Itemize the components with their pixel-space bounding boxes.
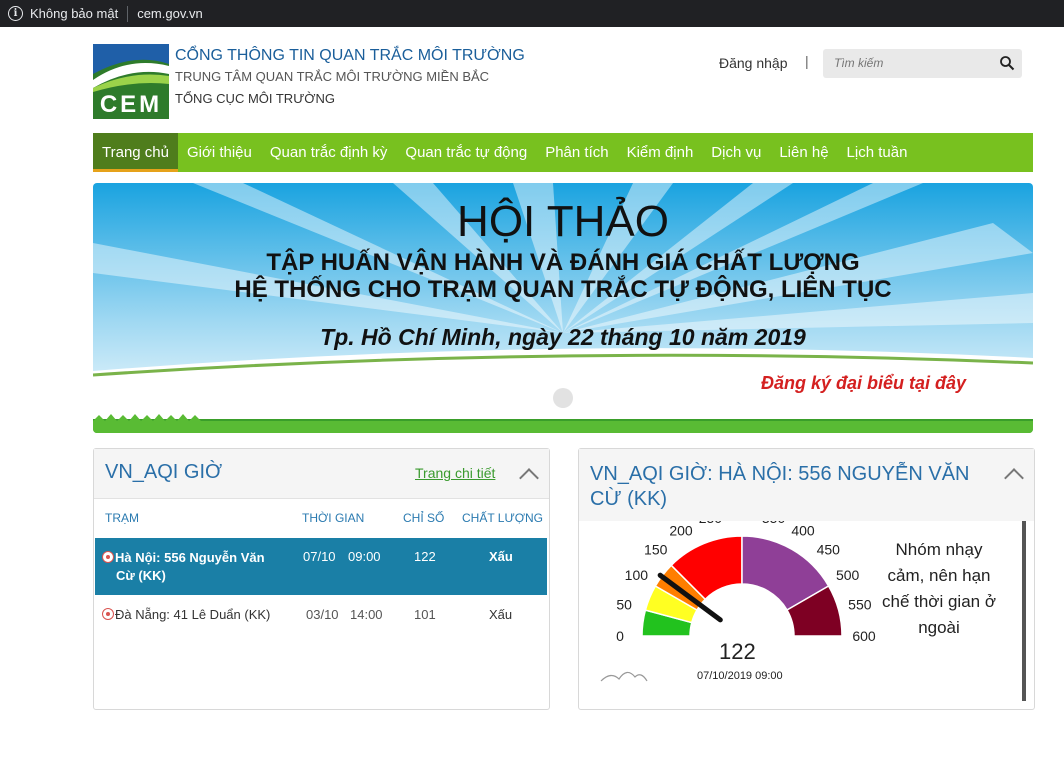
row-quality: Xấu [489, 607, 513, 622]
row-quality: Xấu [489, 549, 513, 564]
row-index: 101 [414, 607, 436, 622]
column-quality: CHẤT LƯỢNG [462, 511, 543, 525]
row-date: 07/10 [303, 549, 336, 564]
nav-item[interactable]: Dịch vụ [702, 133, 770, 172]
hero-banner[interactable]: HỘI THẢO TẬP HUẤN VẬN HÀNH VÀ ĐÁNH GIÁ C… [93, 183, 1033, 433]
nav-item[interactable]: Lịch tuần [838, 133, 917, 172]
search-icon[interactable] [999, 55, 1015, 71]
chart-sparkline-icon [600, 671, 648, 682]
aqi-detail-title: VN_AQI GIỜ: HÀ NỘI: 556 NGUYỄN VĂN CỪ (K… [590, 463, 970, 510]
search-input[interactable] [832, 55, 996, 71]
gauge-tick-label: 400 [791, 522, 815, 538]
logo-text: CEM [100, 91, 162, 118]
banner-line2: HỆ THỐNG CHO TRẠM QUAN TRẮC TỰ ĐỘNG, LIÊ… [234, 276, 892, 303]
collapse-chevron-icon[interactable] [1004, 468, 1024, 488]
gauge-tick-label: 350 [762, 521, 786, 526]
column-time: THỜI GIAN [302, 511, 365, 525]
header-separator: | [805, 53, 809, 69]
row-time: 09:00 [348, 549, 381, 564]
nav-item[interactable]: Kiểm định [618, 133, 703, 172]
banner-title: HỘI THẢO [457, 197, 669, 246]
gauge-tick-label: 0 [616, 628, 624, 644]
site-title[interactable]: CỔNG THÔNG TIN QUAN TRẮC MÔI TRƯỜNG [175, 47, 525, 65]
station-line1: Đà Nẵng: 41 Lê Duẩn (KK) [115, 607, 271, 622]
gauge-timestamp: 07/10/2019 09:00 [697, 670, 783, 682]
gauge-tick-label: 250 [699, 521, 723, 526]
main-nav: Trang chủ Giới thiệu Quan trắc định kỳ Quan… [93, 133, 1033, 172]
column-index: CHỈ SỐ [403, 511, 445, 525]
logo-graphic: CEM [93, 44, 169, 119]
aqi-detail-panel: VN_AQI GIỜ: HÀ NỘI: 556 NGUYỄN VĂN CỪ (K… [578, 448, 1035, 710]
aqi-list-panel: VN_AQI GIỜ Trang chi tiết TRẠM THỜI GIAN… [93, 448, 550, 710]
carousel-dot[interactable] [553, 388, 573, 408]
panel-scrollbar[interactable] [1022, 521, 1026, 701]
row-time: 14:00 [350, 607, 383, 622]
site-subtitle-center: TRUNG TÂM QUAN TRẮC MÔI TRƯỜNG MIỀN BẮC [175, 69, 490, 84]
aqi-list-title: VN_AQI GIỜ [105, 461, 223, 483]
gauge-tick-label: 100 [625, 567, 649, 583]
url-divider [127, 5, 129, 22]
status-alert-icon [102, 608, 114, 620]
collapse-chevron-icon[interactable] [519, 468, 539, 488]
cem-logo[interactable]: CEM [93, 44, 169, 119]
detail-page-link[interactable]: Trang chi tiết [415, 465, 495, 481]
url-text[interactable]: cem.gov.vn [137, 6, 203, 21]
banner-register-link[interactable]: Đăng ký đại biểu tại đây [761, 373, 966, 394]
nav-item[interactable]: Trang chủ [93, 133, 178, 172]
aqi-list-header: VN_AQI GIỜ Trang chi tiết [94, 449, 549, 499]
gauge-tick-label: 50 [616, 596, 632, 612]
nav-item[interactable]: Giới thiệu [178, 133, 261, 172]
gauge-tick-label: 300 [730, 521, 754, 522]
nav-item[interactable]: Liên hệ [770, 133, 837, 172]
health-advice: Nhóm nhạy cảm, nên hạn chế thời gian ở n… [882, 540, 996, 637]
banner-location-date: Tp. Hồ Chí Minh, ngày 22 tháng 10 năm 20… [320, 324, 806, 350]
station-name[interactable]: Đà Nẵng: 41 Lê Duẩn (KK) [102, 607, 270, 622]
site-subtitle-agency: TỔNG CỤC MÔI TRƯỜNG [175, 91, 335, 106]
gauge-tick-label: 450 [817, 542, 841, 558]
gauge-tick-label: 200 [669, 522, 693, 538]
row-index: 122 [414, 549, 436, 564]
search-box[interactable] [823, 49, 1022, 78]
login-link[interactable]: Đăng nhập [719, 55, 788, 71]
gauge-tick-label: 150 [644, 542, 668, 558]
nav-item[interactable]: Phân tích [536, 133, 617, 172]
nav-item[interactable]: Quan trắc tự động [396, 133, 536, 172]
gauge-value: 122 [719, 639, 756, 664]
station-line2: Cừ (KK) [116, 568, 166, 583]
status-alert-icon [102, 551, 114, 563]
station-name[interactable]: Hà Nội: 556 Nguyễn Văn Cừ (KK) [102, 549, 265, 585]
nav-item[interactable]: Quan trắc định kỳ [261, 133, 397, 172]
row-date: 03/10 [306, 607, 339, 622]
browser-address-bar[interactable]: i Không bảo mật cem.gov.vn [0, 0, 1064, 27]
column-station: TRẠM [105, 511, 139, 525]
gauge-tick-label: 550 [848, 596, 872, 612]
security-label[interactable]: Không bảo mật [30, 6, 118, 21]
gauge-tick-label: 500 [836, 567, 860, 583]
aqi-detail-header: VN_AQI GIỜ: HÀ NỘI: 556 NGUYỄN VĂN CỪ (K… [579, 449, 1034, 521]
station-line1: Hà Nội: 556 Nguyễn Văn [115, 550, 265, 565]
gauge-tick-label: 600 [852, 628, 876, 644]
banner-line1: TẬP HUẤN VẬN HÀNH VÀ ĐÁNH GIÁ CHẤT LƯỢNG [266, 249, 860, 276]
info-icon[interactable]: i [8, 6, 23, 21]
